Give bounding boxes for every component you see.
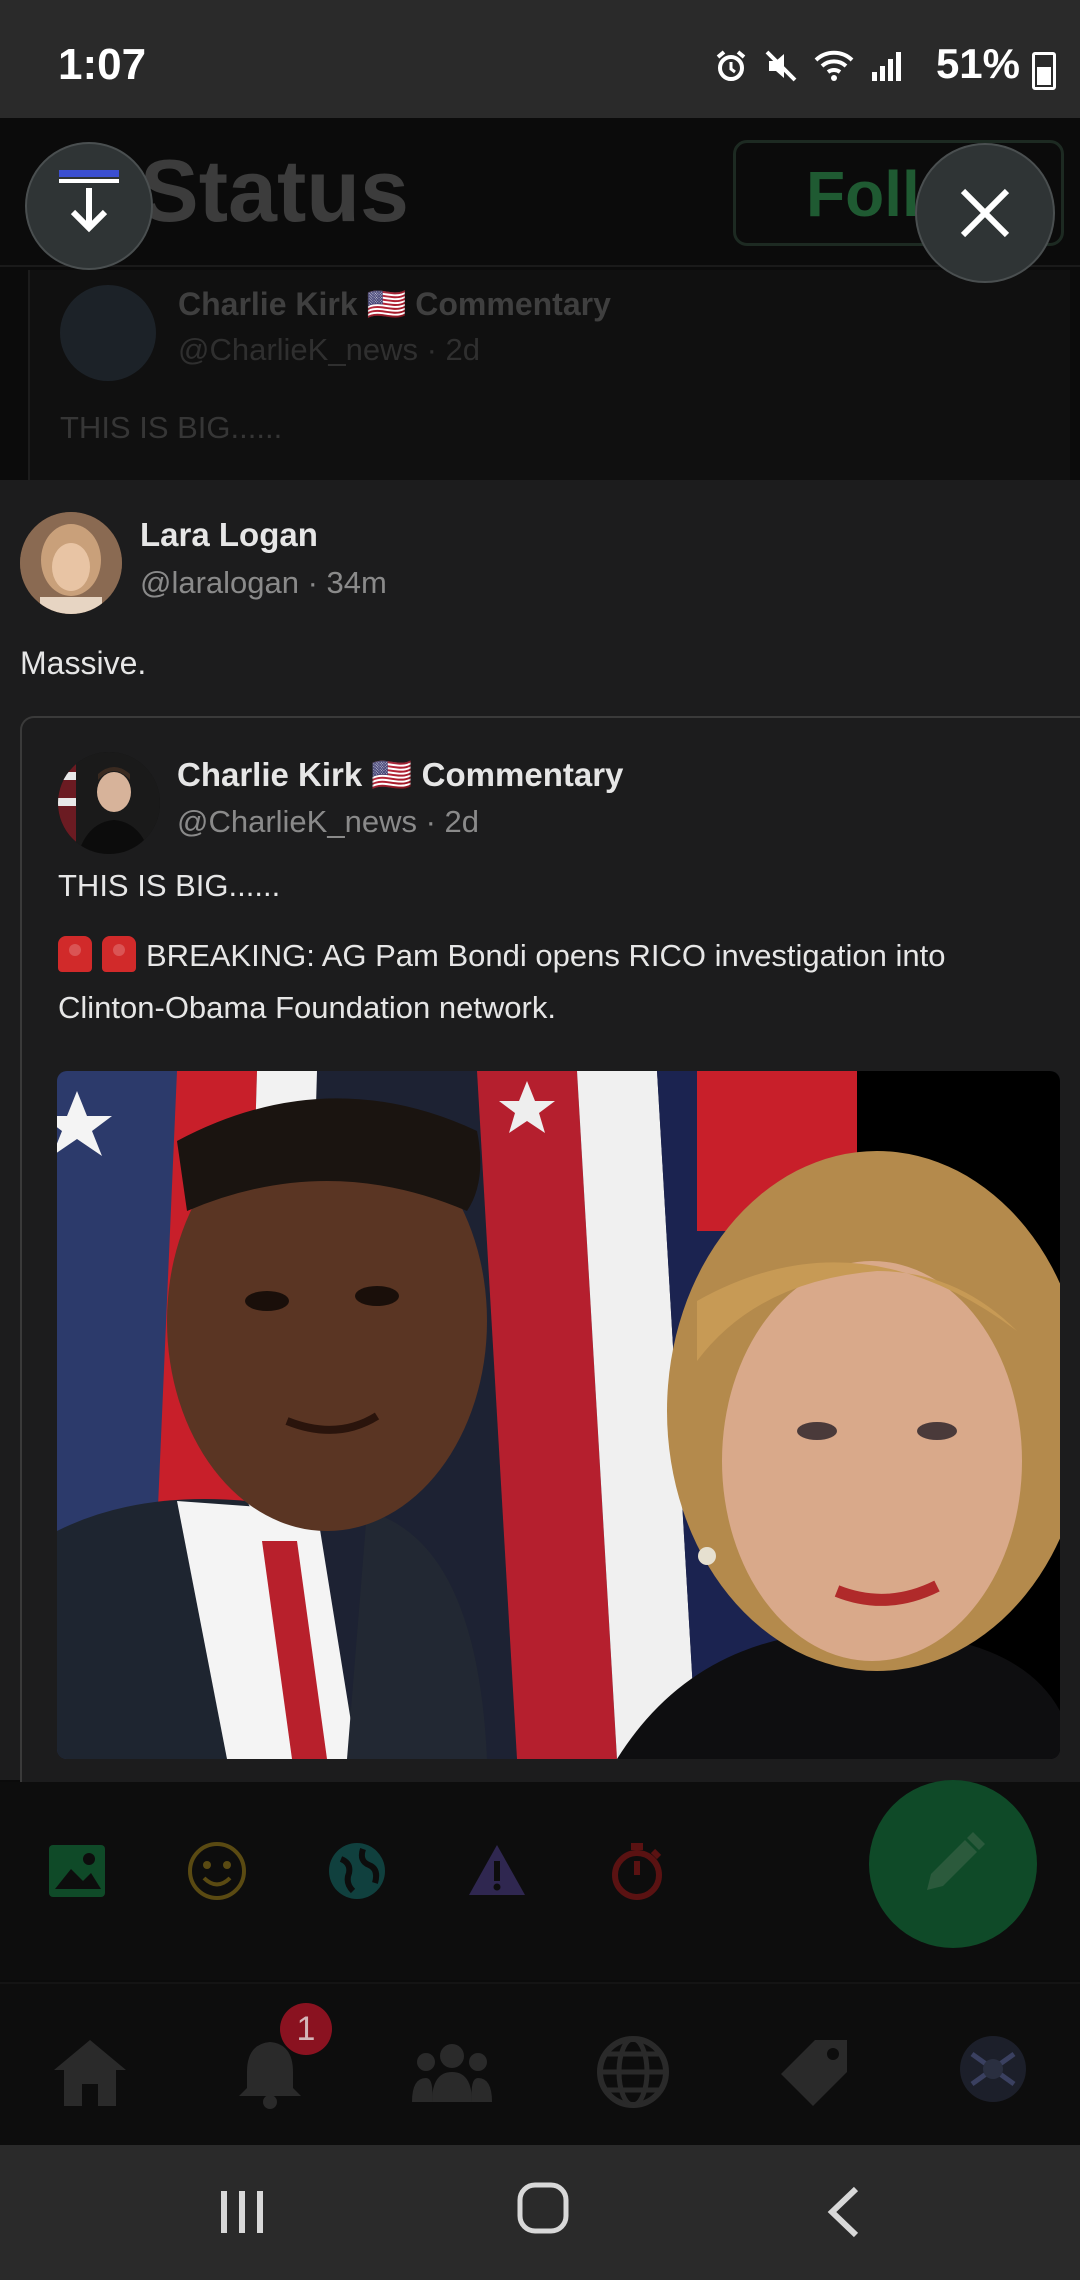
quoted-author-avatar[interactable] — [58, 752, 160, 854]
status-time: 1:07 — [58, 40, 147, 89]
warning-icon[interactable] — [465, 1839, 529, 1903]
photo-image — [57, 1071, 1060, 1759]
alarm-icon — [716, 50, 746, 81]
avatar-image — [20, 512, 122, 614]
background-quoted-text: THIS IS BIG...... — [60, 410, 283, 445]
siren-icon — [58, 936, 92, 972]
quoted-breaking-text: BREAKING: AG Pam Bondi opens RICO invest… — [58, 938, 946, 1025]
status-icons — [713, 48, 905, 84]
recents-icon[interactable] — [215, 2185, 269, 2239]
quoted-author-name[interactable]: Charlie Kirk 🇺🇸 Commentary — [177, 756, 623, 795]
battery-icon — [1032, 52, 1056, 90]
back-icon[interactable] — [820, 2185, 870, 2239]
background-quoted-name: Charlie Kirk 🇺🇸 Commentary — [178, 286, 611, 322]
siren-icon — [102, 936, 136, 972]
people-icon[interactable] — [412, 2040, 492, 2104]
home-nav-icon[interactable] — [515, 2180, 571, 2236]
tags-icon[interactable] — [775, 2034, 855, 2110]
wifi-icon — [814, 50, 854, 81]
divider — [0, 265, 1080, 267]
mute-icon — [765, 50, 797, 82]
background-follow-label: Foll — [806, 158, 920, 230]
signal-icon — [872, 52, 901, 81]
quoted-post-image[interactable] — [57, 1071, 1060, 1759]
author-avatar[interactable] — [20, 512, 122, 614]
battery-percentage: 51% — [935, 40, 1020, 87]
download-icon — [59, 170, 119, 233]
quoted-author-handle: @CharlieK_news · 2d — [177, 804, 479, 839]
globe-icon[interactable] — [325, 1839, 389, 1903]
close-button[interactable] — [915, 143, 1055, 283]
author-name[interactable]: Lara Logan — [140, 516, 318, 554]
pencil-icon — [927, 1832, 985, 1890]
system-navigation-bar — [0, 2145, 1080, 2280]
quoted-text-line1: THIS IS BIG...... — [58, 868, 281, 903]
status-bar: 1:07 51% — [0, 0, 1080, 118]
notification-badge: 1 — [280, 2003, 332, 2055]
home-icon[interactable] — [50, 2036, 130, 2108]
emoji-icon[interactable] — [185, 1839, 249, 1903]
background-quoted-handle: @CharlieK_news · 2d — [178, 332, 480, 367]
timer-icon[interactable] — [605, 1839, 669, 1903]
background-page-title: Status — [140, 141, 409, 240]
globe-nav-icon[interactable] — [595, 2034, 671, 2110]
avatar-image — [58, 752, 160, 854]
image-icon[interactable] — [45, 1839, 109, 1903]
background-avatar — [60, 285, 156, 381]
close-icon — [960, 188, 1010, 238]
quoted-text-line2: BREAKING: AG Pam Bondi opens RICO invest… — [58, 930, 1038, 1034]
download-button[interactable] — [25, 142, 153, 270]
post-text: Massive. — [20, 645, 147, 681]
bottom-navigation — [0, 1982, 1080, 2146]
compose-fab[interactable] — [869, 1780, 1037, 1948]
profile-avatar-icon[interactable] — [958, 2034, 1028, 2104]
author-handle: @laralogan · 34m — [140, 565, 387, 600]
